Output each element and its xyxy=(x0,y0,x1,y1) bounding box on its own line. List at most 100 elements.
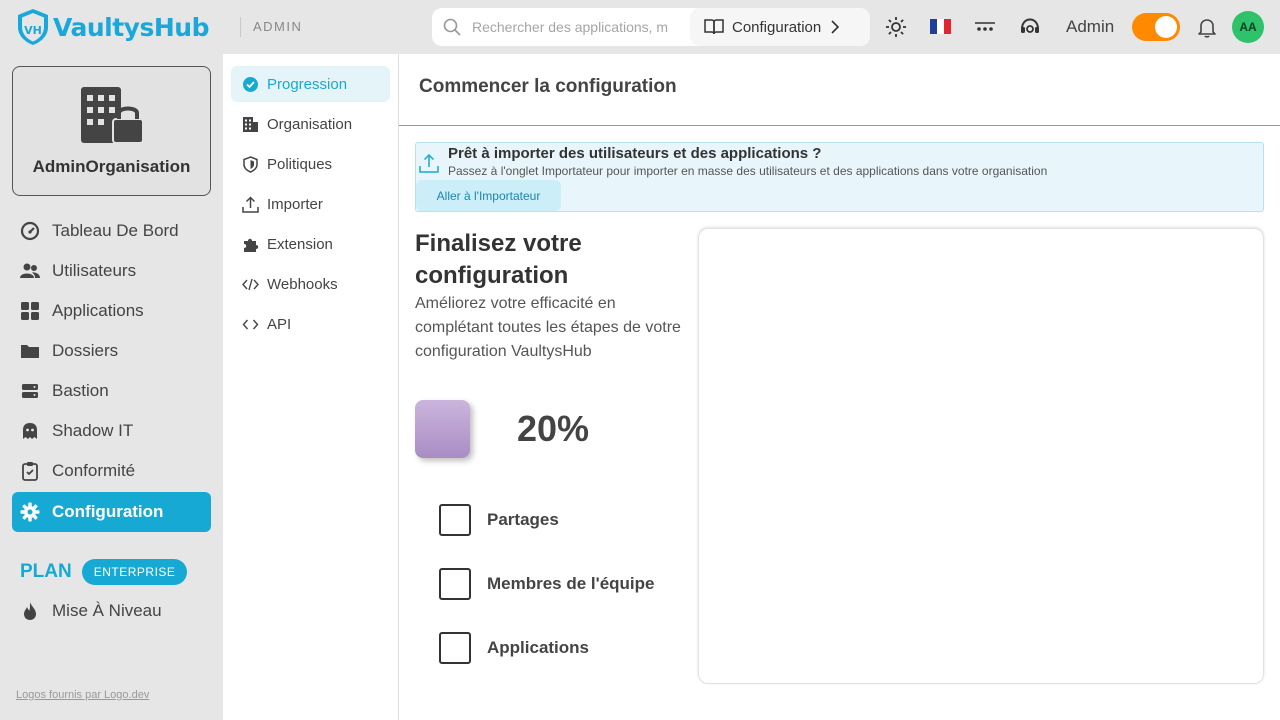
progress-indicator xyxy=(415,400,470,458)
toggle-knob xyxy=(1155,16,1177,38)
subnav-item-label: Organisation xyxy=(267,115,353,133)
building-lock-icon xyxy=(81,87,144,144)
page-header: Commencer la configuration xyxy=(399,54,1280,126)
svg-text:VH: VH xyxy=(24,24,42,37)
main-sidebar: AdminOrganisation Tableau De Bord Utilis… xyxy=(0,54,223,720)
upload-icon xyxy=(242,195,259,213)
sidebar-item-label: Dossiers xyxy=(52,341,119,360)
sidebar-item-label: Bastion xyxy=(52,381,109,400)
sun-icon[interactable] xyxy=(884,15,908,39)
subnav-item-webhooks[interactable]: Webhooks xyxy=(231,266,390,302)
brand-name: VaultysHub xyxy=(53,12,209,42)
task-checkbox[interactable] xyxy=(439,568,471,600)
sidebar-item-folders[interactable]: Dossiers xyxy=(12,331,211,371)
task-team-members[interactable]: Membres de l'équipe xyxy=(439,568,654,600)
search-bar: Configuration xyxy=(432,8,870,46)
chevron-right-icon xyxy=(831,20,840,34)
task-applications[interactable]: Applications xyxy=(439,632,589,664)
subnav-item-progression[interactable]: Progression xyxy=(231,66,390,102)
flame-icon xyxy=(24,602,36,620)
finalize-description: Améliorez votre efficacité en complétant… xyxy=(415,295,681,360)
plan-indicator: PLAN ENTERPRISE xyxy=(20,559,188,585)
task-label: Applications xyxy=(487,638,590,657)
shield-icon xyxy=(243,155,258,173)
search-icon xyxy=(443,18,461,36)
user-avatar[interactable]: AA xyxy=(1232,11,1264,43)
plan-badge: ENTERPRISE xyxy=(81,559,188,585)
task-label: Partages xyxy=(487,510,559,529)
sidebar-item-label: Tableau De Bord xyxy=(52,221,179,240)
task-label: Membres de l'équipe xyxy=(487,574,655,593)
setup-detail-panel xyxy=(698,228,1264,684)
sidebar-item-label: Applications xyxy=(52,301,144,320)
sidebar-item-users[interactable]: Utilisateurs xyxy=(12,251,211,291)
brackets-icon xyxy=(242,319,259,329)
ghost-icon xyxy=(23,423,37,439)
subnav-item-label: Progression xyxy=(267,75,348,93)
sidebar-item-dashboard[interactable]: Tableau De Bord xyxy=(12,211,211,251)
plan-label: PLAN xyxy=(20,561,72,582)
subnav-item-policies[interactable]: Politiques xyxy=(231,146,390,182)
subnav-item-label: Importer xyxy=(267,195,323,213)
subnav-item-label: API xyxy=(267,315,292,333)
server-icon xyxy=(22,384,38,398)
code-icon xyxy=(242,278,259,290)
sidebar-item-upgrade[interactable]: Mise À Niveau xyxy=(12,591,211,631)
sidebar-item-label: Utilisateurs xyxy=(52,261,137,280)
support-headset-icon[interactable] xyxy=(1018,15,1042,39)
section-label: ADMIN xyxy=(253,19,303,34)
sidebar-item-label: Shadow IT xyxy=(52,421,134,440)
task-checkbox[interactable] xyxy=(439,632,471,664)
finalize-title: Finalisez votre configuration xyxy=(415,230,582,289)
organisation-card[interactable]: AdminOrganisation xyxy=(12,66,211,196)
main-content: Commencer la configuration Prêt à import… xyxy=(399,54,1280,720)
brand-logo[interactable]: VH VaultysHub xyxy=(16,8,209,46)
subnav-item-label: Politiques xyxy=(267,155,333,173)
sidebar-item-configuration[interactable]: Configuration xyxy=(12,492,211,532)
subnav-item-label: Extension xyxy=(267,235,333,253)
clipboard-icon xyxy=(22,462,38,481)
logos-credit-link[interactable]: Logos fournis par Logo.dev xyxy=(16,689,149,701)
task-checkbox[interactable] xyxy=(439,504,471,536)
subnav-item-label: Webhooks xyxy=(267,275,338,293)
search-input[interactable] xyxy=(472,8,702,46)
subnav-item-extension[interactable]: Extension xyxy=(231,226,390,262)
french-flag-icon[interactable] xyxy=(930,19,951,34)
subnav-item-api[interactable]: API xyxy=(231,306,390,342)
book-icon xyxy=(704,19,724,35)
gauge-icon xyxy=(20,221,40,241)
sidebar-item-compliance[interactable]: Conformité xyxy=(12,451,211,491)
sidebar-item-label: Configuration xyxy=(52,502,164,521)
puzzle-icon xyxy=(244,238,259,252)
page-title: Commencer la configuration xyxy=(419,76,677,97)
gear-icon xyxy=(20,502,40,522)
password-icon[interactable] xyxy=(973,15,997,39)
user-role-label: Admin xyxy=(1066,17,1115,36)
organisation-name: AdminOrganisation xyxy=(32,157,191,176)
building-icon xyxy=(243,116,258,132)
task-shares[interactable]: Partages xyxy=(439,504,559,536)
sidebar-item-bastion[interactable]: Bastion xyxy=(12,371,211,411)
subnav-item-import[interactable]: Importer xyxy=(231,186,390,222)
sidebar-item-label: Mise À Niveau xyxy=(52,601,162,620)
sidebar-item-applications[interactable]: Applications xyxy=(12,291,211,331)
shield-logo-icon: VH xyxy=(18,9,48,45)
import-banner: Prêt à importer des utilisateurs et des … xyxy=(415,142,1264,212)
check-circle-icon xyxy=(243,76,258,92)
sidebar-item-shadow-it[interactable]: Shadow IT xyxy=(12,411,211,451)
progress-percentage: 20% xyxy=(517,408,590,449)
configuration-guide-button[interactable]: Configuration xyxy=(690,8,870,46)
banner-title: Prêt à importer des utilisateurs et des … xyxy=(448,145,822,162)
sidebar-item-label: Conformité xyxy=(52,461,136,480)
banner-text: Passez à l'onglet Importateur pour impor… xyxy=(448,164,1048,178)
top-header: VH VaultysHub ADMIN Configuration xyxy=(0,0,1280,54)
go-to-importer-button[interactable]: Aller à l'Importateur xyxy=(416,180,561,211)
header-divider xyxy=(240,17,241,37)
subnav-item-organisation[interactable]: Organisation xyxy=(231,106,390,142)
configuration-guide-label: Configuration xyxy=(732,18,822,36)
grid-icon xyxy=(21,302,39,320)
bell-icon[interactable] xyxy=(1195,15,1219,39)
folder-icon xyxy=(21,345,39,358)
admin-mode-toggle[interactable] xyxy=(1132,13,1180,41)
users-icon xyxy=(20,263,40,278)
